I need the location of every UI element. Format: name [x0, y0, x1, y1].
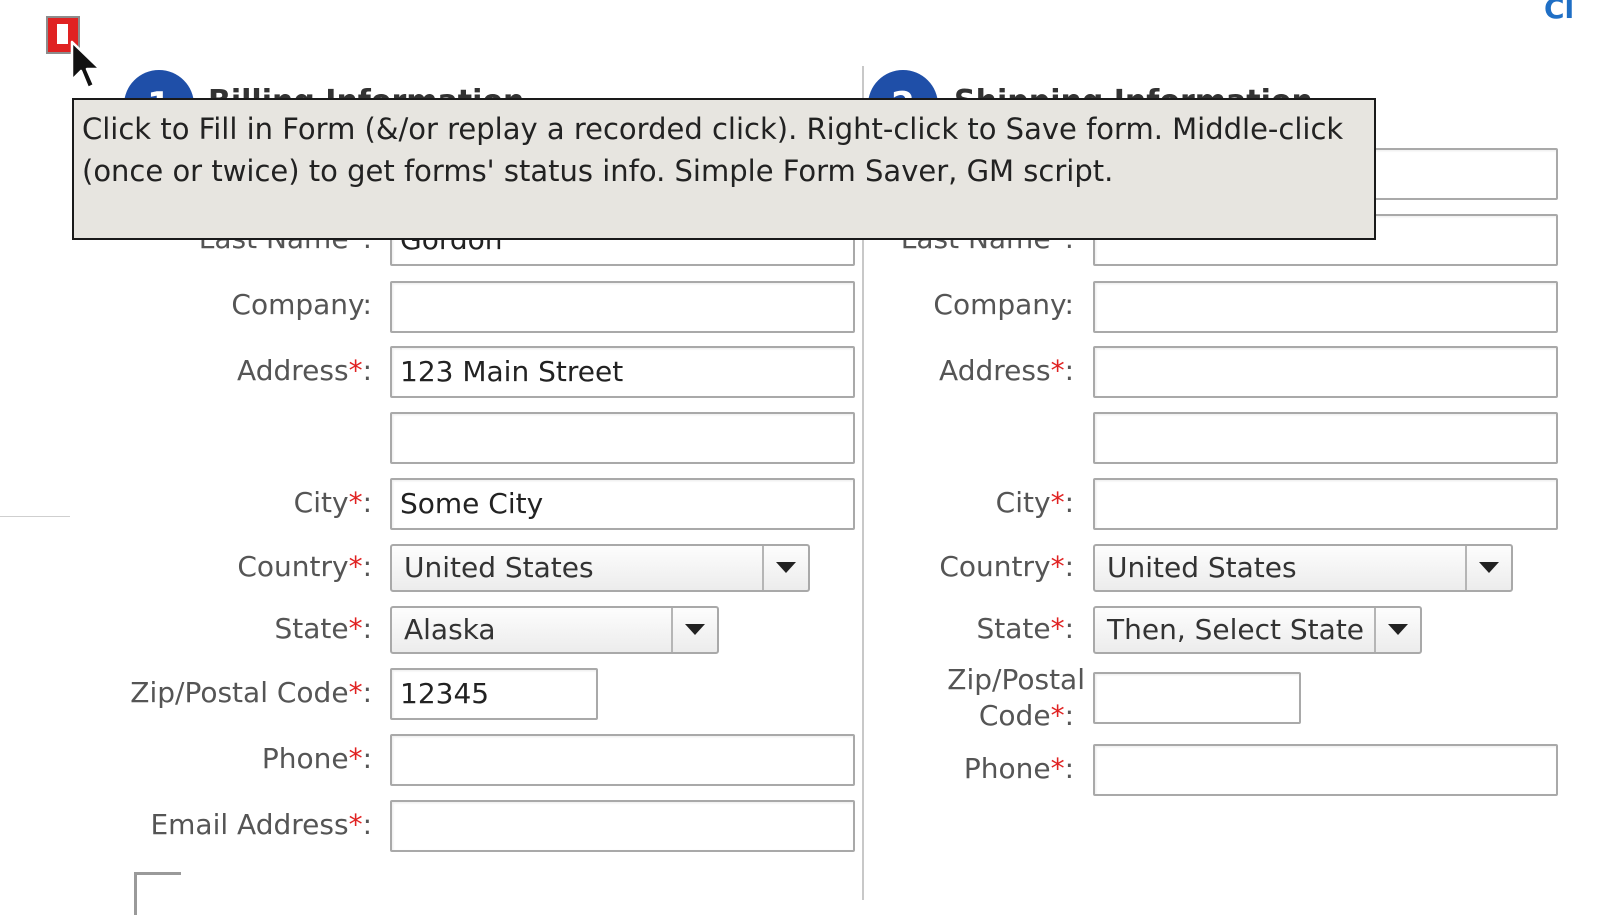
billing-address-input[interactable]: 123 Main Street [390, 346, 855, 398]
checkbox[interactable] [134, 872, 181, 915]
shipping-state-select[interactable]: Then, Select State [1093, 606, 1422, 654]
mouse-pointer-icon [70, 40, 102, 90]
shipping-company-input[interactable] [1093, 281, 1558, 333]
shipping-country-label: Country*: [939, 550, 1074, 583]
billing-email-label: Email Address*: [150, 808, 372, 841]
billing-country-value: United States [404, 551, 594, 584]
billing-state-select[interactable]: Alaska [390, 606, 719, 654]
billing-email-input[interactable] [390, 800, 855, 852]
billing-address-label: Address*: [237, 354, 372, 387]
shipping-company-label: Company: [933, 288, 1074, 321]
billing-phone-label: Phone*: [261, 742, 372, 775]
chevron-down-icon [762, 546, 808, 590]
billing-country-select[interactable]: United States [390, 544, 810, 592]
shipping-state-value: Then, Select State [1107, 613, 1365, 646]
billing-zip-label: Zip/Postal Code*: [130, 676, 372, 709]
shipping-zip-input[interactable] [1093, 672, 1301, 724]
shipping-zip-label: Zip/Postal Code*: [947, 663, 1085, 732]
billing-state-value: Alaska [404, 613, 496, 646]
shipping-phone-label: Phone*: [963, 752, 1074, 785]
shipping-city-label: City*: [995, 486, 1074, 519]
billing-zip-input[interactable]: 12345 [390, 668, 598, 720]
form-saver-tooltip: Click to Fill in Form (&/or replay a rec… [72, 98, 1376, 240]
shipping-address2-input[interactable] [1093, 412, 1558, 464]
shipping-country-value: United States [1107, 551, 1297, 584]
chevron-down-icon [1465, 546, 1511, 590]
form-saver-icon-inner [57, 24, 68, 44]
left-rule [0, 516, 70, 517]
billing-phone-input[interactable] [390, 734, 855, 786]
shipping-address-input[interactable] [1093, 346, 1558, 398]
shipping-phone-input[interactable] [1093, 744, 1558, 796]
shipping-state-label: State*: [976, 612, 1074, 645]
billing-company-input[interactable] [390, 281, 855, 333]
chevron-down-icon [1374, 608, 1420, 652]
billing-state-label: State*: [274, 612, 372, 645]
shipping-address-label: Address*: [939, 354, 1074, 387]
chevron-down-icon [671, 608, 717, 652]
billing-city-input[interactable]: Some City [390, 478, 855, 530]
shipping-country-select[interactable]: United States [1093, 544, 1513, 592]
shipping-city-input[interactable] [1093, 478, 1558, 530]
billing-address2-input[interactable] [390, 412, 855, 464]
billing-city-label: City*: [293, 486, 372, 519]
top-right-link[interactable]: Cl [1544, 0, 1574, 25]
billing-country-label: Country*: [237, 550, 372, 583]
billing-company-label: Company: [231, 288, 372, 321]
